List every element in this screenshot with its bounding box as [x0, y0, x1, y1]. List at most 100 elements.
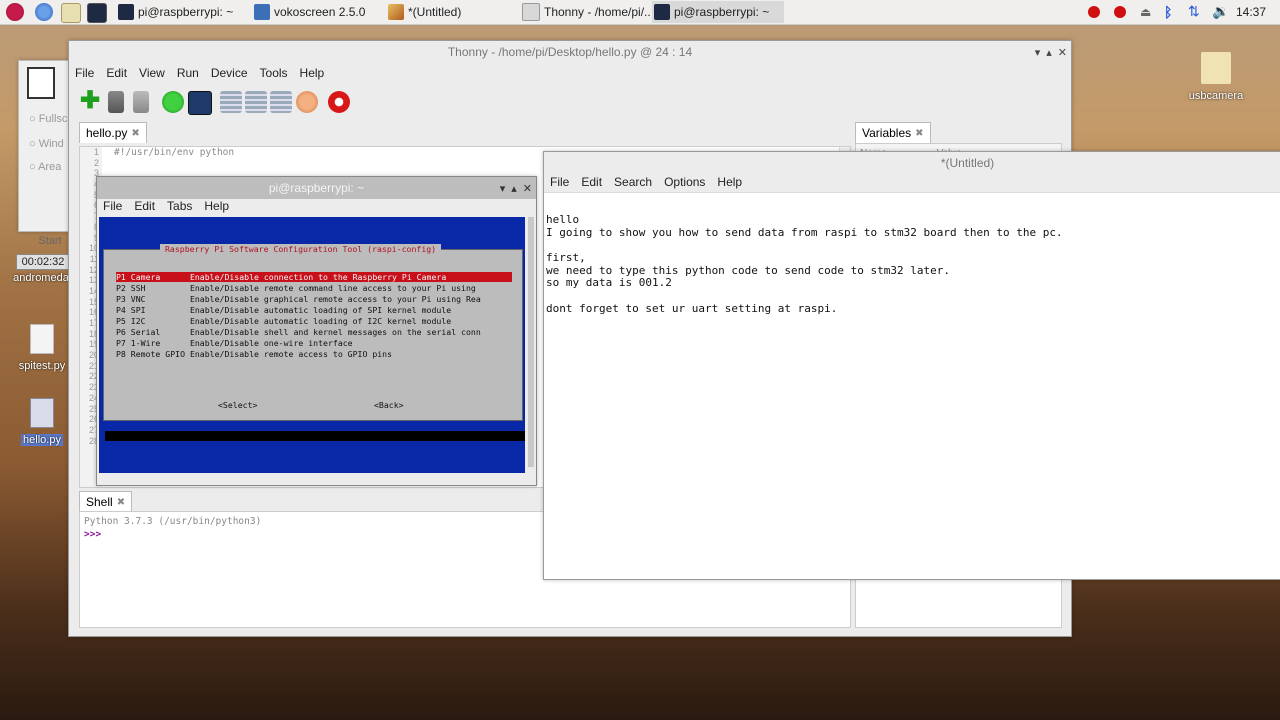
- taskbar: pi@raspberrypi: ~ vokoscreen 2.5.0 *(Unt…: [0, 0, 1280, 25]
- menu-option-i2c[interactable]: P5 I2C Enable/Disable automatic loading …: [116, 316, 451, 326]
- menu-option-serial[interactable]: P6 Serial Enable/Disable shell and kerne…: [116, 327, 481, 337]
- raspi-config-dialog: Raspberry Pi Software Configuration Tool…: [103, 244, 523, 421]
- menu-tools[interactable]: Tools: [260, 66, 288, 80]
- option-label: Wind: [38, 138, 64, 150]
- task-thonny[interactable]: Thonny - /home/pi/...: [520, 1, 650, 23]
- step-into-icon[interactable]: [245, 91, 267, 113]
- terminal-launcher-icon[interactable]: [87, 3, 107, 23]
- menu-run[interactable]: Run: [177, 66, 199, 80]
- close-tab-icon[interactable]: ✖: [915, 128, 923, 139]
- menu-option-1wire[interactable]: P7 1-Wire Enable/Disable one-wire interf…: [116, 338, 353, 348]
- minimize-button[interactable]: ▾: [1035, 46, 1041, 59]
- terminal-screen[interactable]: Raspberry Pi Software Configuration Tool…: [99, 217, 525, 473]
- vokoscreen-icon: [254, 4, 270, 20]
- option-area[interactable]: ○ Area: [29, 161, 61, 173]
- close-tab-icon[interactable]: ✖: [131, 128, 139, 139]
- clock[interactable]: 14:37: [1236, 5, 1266, 19]
- menu-option-ssh[interactable]: P2 SSH Enable/Disable remote command lin…: [116, 283, 476, 293]
- tab-variables[interactable]: Variables ✖: [855, 122, 931, 143]
- task-label: Thonny - /home/pi/...: [544, 5, 650, 19]
- bluetooth-icon[interactable]: ᛒ: [1164, 4, 1172, 20]
- task-terminal-2[interactable]: pi@raspberrypi: ~: [652, 1, 784, 23]
- tab-hello-py[interactable]: hello.py ✖: [79, 122, 147, 143]
- close-button[interactable]: ✕: [523, 182, 532, 195]
- menu-option-remote-gpio[interactable]: P8 Remote GPIO Enable/Disable remote acc…: [116, 349, 392, 359]
- leafpad-menubar: File Edit Search Options Help: [544, 172, 1280, 193]
- task-terminal-1[interactable]: pi@raspberrypi: ~: [116, 1, 248, 23]
- web-browser-icon[interactable]: [35, 3, 53, 21]
- task-leafpad[interactable]: *(Untitled): [386, 1, 516, 23]
- menu-edit[interactable]: Edit: [134, 199, 155, 213]
- task-label: *(Untitled): [408, 5, 462, 19]
- minimize-button[interactable]: ▾: [500, 182, 506, 195]
- close-button[interactable]: ✕: [1058, 46, 1067, 59]
- record-indicator-icon[interactable]: [1114, 6, 1126, 18]
- eject-icon[interactable]: ⏏: [1140, 5, 1151, 19]
- record-timer: 00:02:32: [16, 254, 70, 270]
- menu-option-camera[interactable]: P1 Camera Enable/Disable connection to t…: [116, 272, 512, 282]
- terminal-scrollbar[interactable]: [528, 217, 534, 467]
- option-fullscreen[interactable]: ○ Fullsc: [29, 113, 67, 125]
- menu-tabs[interactable]: Tabs: [167, 199, 192, 213]
- debug-icon[interactable]: [188, 91, 212, 115]
- menu-device[interactable]: Device: [211, 66, 248, 80]
- volume-icon[interactable]: 🔉: [1212, 3, 1229, 20]
- raspberry-menu-icon[interactable]: [6, 3, 24, 21]
- vokoscreen-window: ○ Fullsc ○ Wind ○ Area: [18, 60, 70, 232]
- shell-prompt[interactable]: >>>: [84, 529, 101, 540]
- record-indicator-icon[interactable]: [1088, 6, 1100, 18]
- run-icon[interactable]: [162, 91, 184, 113]
- stop-icon[interactable]: [328, 91, 350, 113]
- menu-view[interactable]: View: [139, 66, 165, 80]
- line-number: 1: [93, 147, 99, 157]
- task-vokoscreen[interactable]: vokoscreen 2.5.0: [252, 1, 382, 23]
- python-file-icon: [30, 398, 54, 428]
- maximize-button[interactable]: ▴: [511, 182, 517, 195]
- file-manager-icon[interactable]: [61, 3, 81, 23]
- task-label: pi@raspberrypi: ~: [138, 5, 234, 19]
- option-label: Area: [38, 161, 62, 173]
- option-window[interactable]: ○ Wind: [29, 138, 64, 150]
- start-button[interactable]: Start: [30, 235, 70, 247]
- python-file-icon: [30, 324, 54, 354]
- menu-option-spi[interactable]: P4 SPI Enable/Disable automatic loading …: [116, 305, 451, 315]
- task-label: vokoscreen 2.5.0: [274, 5, 366, 19]
- dialog-title: Raspberry Pi Software Configuration Tool…: [160, 244, 442, 254]
- desktop-icon-usbcamera[interactable]: usbcamera: [1176, 52, 1256, 102]
- menu-file[interactable]: File: [550, 175, 569, 189]
- thonny-menubar: File Edit View Run Device Tools Help: [69, 63, 1071, 83]
- network-icon[interactable]: ⇅: [1188, 3, 1200, 20]
- tab-shell[interactable]: Shell ✖: [79, 491, 133, 512]
- open-file-icon[interactable]: [108, 91, 124, 113]
- resume-icon[interactable]: [296, 91, 318, 113]
- option-label: Fullsc: [38, 113, 68, 125]
- menu-option-vnc[interactable]: P3 VNC Enable/Disable graphical remote a…: [116, 294, 481, 304]
- new-file-icon[interactable]: ✚: [79, 89, 101, 113]
- menu-search[interactable]: Search: [614, 175, 652, 189]
- close-tab-icon[interactable]: ✖: [117, 497, 125, 508]
- text-area[interactable]: hello I going to show you how to send da…: [546, 213, 1063, 315]
- menu-options[interactable]: Options: [664, 175, 705, 189]
- maximize-button[interactable]: ▴: [1046, 46, 1052, 59]
- step-over-icon[interactable]: [220, 91, 242, 113]
- menu-file[interactable]: File: [75, 66, 94, 80]
- menu-file[interactable]: File: [103, 199, 122, 213]
- leafpad-titlebar[interactable]: *(Untitled): [544, 152, 1280, 174]
- step-out-icon[interactable]: [270, 91, 292, 113]
- menu-help[interactable]: Help: [204, 199, 229, 213]
- desktop-icon-label: usbcamera: [1188, 90, 1244, 102]
- back-button[interactable]: <Back>: [374, 400, 404, 410]
- folder-icon: [1201, 52, 1231, 84]
- shell-banner: Python 3.7.3 (/usr/bin/python3): [84, 516, 262, 527]
- menu-help[interactable]: Help: [717, 175, 742, 189]
- dialog-shadow: [105, 431, 525, 441]
- record-mode-icon[interactable]: [27, 67, 55, 99]
- save-file-icon[interactable]: [133, 91, 149, 113]
- window-title: pi@raspberrypi: ~: [268, 181, 365, 195]
- menu-edit[interactable]: Edit: [581, 175, 602, 189]
- menu-edit[interactable]: Edit: [106, 66, 127, 80]
- thonny-titlebar[interactable]: Thonny - /home/pi/Desktop/hello.py @ 24 …: [69, 41, 1071, 63]
- menu-help[interactable]: Help: [300, 66, 325, 80]
- select-button[interactable]: <Select>: [218, 400, 257, 410]
- terminal-icon: [118, 4, 134, 20]
